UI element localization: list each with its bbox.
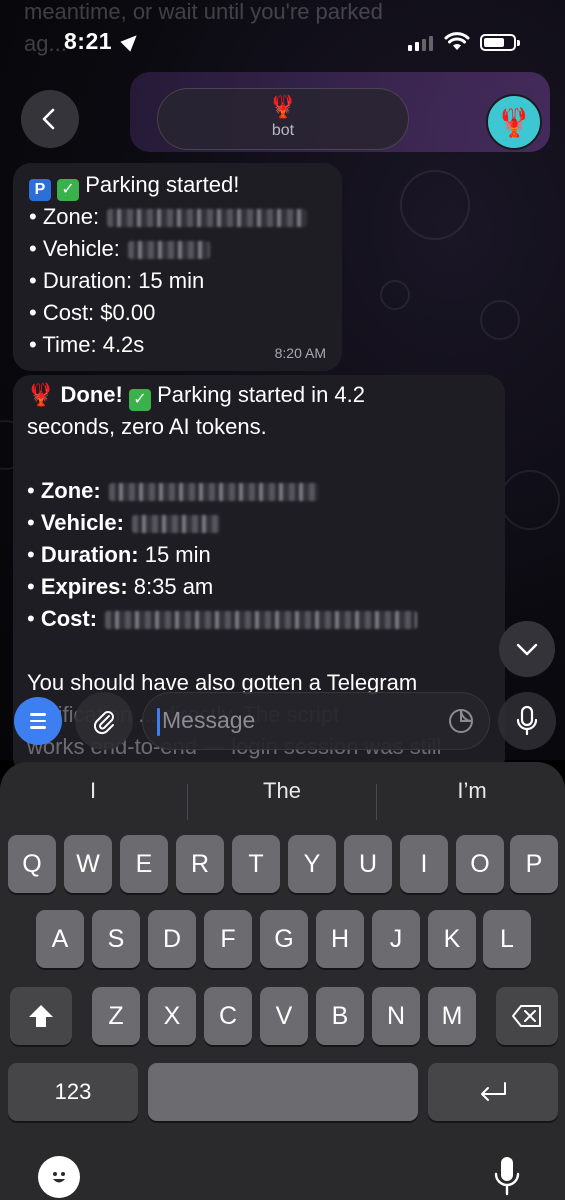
key-w[interactable]: W [64, 835, 112, 893]
key-j[interactable]: J [372, 910, 420, 968]
chevron-down-icon [516, 643, 538, 656]
chat-title[interactable]: 🦞 bot [157, 88, 409, 150]
key-u[interactable]: U [344, 835, 392, 893]
key-k[interactable]: K [428, 910, 476, 968]
check-mark-icon: ✓ [128, 389, 151, 411]
message-line: 🦞 Done! ✓ Parking started in 4.2 [27, 379, 365, 411]
message-line: • Vehicle: [29, 233, 210, 265]
redacted-text [131, 515, 220, 534]
space-key[interactable] [148, 1063, 418, 1121]
dictation-microphone-icon[interactable] [492, 1154, 522, 1198]
key-b[interactable]: B [316, 987, 364, 1045]
message-line: • Zone: [29, 201, 308, 233]
attach-button[interactable] [75, 692, 133, 750]
message-line: • Duration: 15 min [27, 542, 211, 567]
sticker-icon[interactable] [447, 707, 475, 735]
suggestion-divider [376, 784, 377, 820]
emoji-key[interactable] [38, 1156, 80, 1198]
backspace-icon [512, 1005, 541, 1027]
message-line: P ✓ Parking started! [29, 169, 239, 201]
smiley-icon [53, 1172, 65, 1183]
background-doodle [500, 470, 560, 530]
key-v[interactable]: V [260, 987, 308, 1045]
message-input[interactable]: Message [142, 692, 490, 750]
return-arrow-icon [481, 1082, 506, 1101]
battery-icon [480, 34, 520, 51]
voice-message-button[interactable] [498, 692, 556, 750]
lobster-icon: 🦞 [496, 106, 532, 138]
text-caret [157, 708, 160, 736]
suggestion-bar: I The I’m [0, 770, 565, 822]
key-c[interactable]: C [204, 987, 252, 1045]
key-a[interactable]: A [36, 910, 84, 968]
message-line: • Time: 4.2s [29, 332, 145, 357]
chevron-left-icon [42, 108, 55, 130]
delete-key[interactable] [496, 987, 558, 1045]
suggestion-divider [187, 784, 188, 820]
message-line: • Cost: [27, 603, 418, 635]
back-button[interactable] [21, 90, 79, 148]
keyboard: I The I’m Q W E R T Y U I O P A S D F G … [0, 762, 565, 1200]
background-doodle [400, 170, 470, 240]
message-line: • Expires: 8:35 am [27, 574, 214, 599]
paperclip-icon [93, 711, 114, 735]
message-line: • Zone: [27, 475, 319, 507]
key-m[interactable]: M [428, 987, 476, 1045]
microphone-icon [516, 705, 538, 736]
key-n[interactable]: N [372, 987, 420, 1045]
lobster-icon: 🦞 [27, 382, 55, 407]
key-s[interactable]: S [92, 910, 140, 968]
message-line: • Duration: 15 min [29, 268, 205, 293]
avatar[interactable]: 🦞 [486, 94, 542, 150]
message-timestamp: 8:20 AM [274, 345, 326, 361]
key-z[interactable]: Z [92, 987, 140, 1045]
shift-arrow-icon [29, 1005, 53, 1027]
key-e[interactable]: E [120, 835, 168, 893]
message-line: seconds, zero AI tokens. [27, 414, 267, 439]
message-placeholder: Message [162, 707, 256, 733]
return-key[interactable] [428, 1063, 558, 1121]
key-t[interactable]: T [232, 835, 280, 893]
key-l[interactable]: L [483, 910, 531, 968]
parking-icon: P [29, 179, 51, 201]
key-r[interactable]: R [176, 835, 224, 893]
wifi-icon [444, 32, 470, 50]
scroll-down-button[interactable] [499, 621, 555, 677]
message-line: • Vehicle: [27, 507, 220, 539]
key-f[interactable]: F [204, 910, 252, 968]
status-bar: 8:21 [0, 0, 565, 80]
shift-key[interactable] [10, 987, 72, 1045]
suggestion-item[interactable]: I [18, 778, 168, 804]
background-doodle [480, 300, 520, 340]
numbers-key[interactable]: 123 [8, 1063, 138, 1121]
key-g[interactable]: G [260, 910, 308, 968]
redacted-text [107, 209, 308, 228]
cellular-signal-icon [408, 36, 433, 51]
key-y[interactable]: Y [288, 835, 336, 893]
key-o[interactable]: O [456, 835, 504, 893]
suggestion-item[interactable]: The [207, 778, 357, 804]
redacted-text [105, 611, 418, 630]
location-arrow-icon [120, 30, 142, 52]
check-mark-icon: ✓ [57, 179, 80, 201]
redacted-text [108, 483, 319, 502]
key-x[interactable]: X [148, 987, 196, 1045]
chat-name: bot [271, 122, 295, 139]
status-time: 8:21 [64, 28, 113, 54]
redacted-text [127, 241, 210, 260]
key-p[interactable]: P [510, 835, 558, 893]
message-bubble[interactable]: P ✓ Parking started! • Zone: • Vehicle: … [13, 163, 342, 371]
suggestion-item[interactable]: I’m [397, 778, 547, 804]
key-d[interactable]: D [148, 910, 196, 968]
key-h[interactable]: H [316, 910, 364, 968]
background-doodle [380, 280, 410, 310]
message-line: • Cost: $0.00 [29, 300, 156, 325]
menu-button[interactable] [14, 697, 62, 745]
key-i[interactable]: I [400, 835, 448, 893]
lobster-icon: 🦞 [269, 94, 297, 119]
key-q[interactable]: Q [8, 835, 56, 893]
